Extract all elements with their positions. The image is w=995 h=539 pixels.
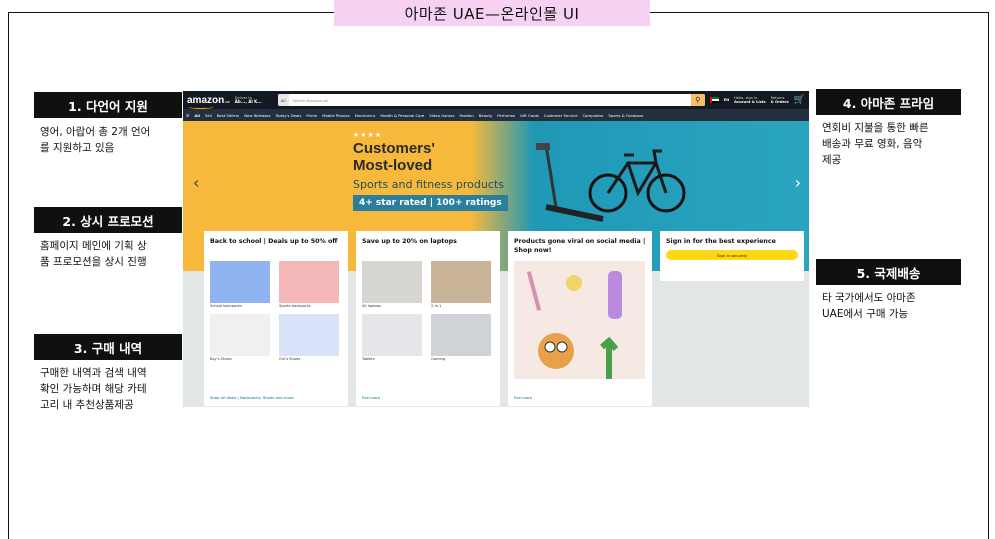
account-menu[interactable]: Hello, sign in Account & Lists xyxy=(734,96,766,104)
returns-orders[interactable]: Returns & Orders xyxy=(771,96,789,104)
smile-icon xyxy=(188,105,214,109)
nav-item[interactable]: Electronics xyxy=(355,113,376,118)
nav-item[interactable]: Fashion xyxy=(459,113,473,118)
tile-label: School backpacks xyxy=(210,304,243,308)
slide-title: 아마존 UAE—온라인몰 UI xyxy=(334,0,650,26)
desc-intl: 타 국가에서도 아마존 UAE에서 구매 가능 xyxy=(822,292,916,320)
tile-label: Boy's Shoes xyxy=(210,357,232,361)
nav-item[interactable]: All xyxy=(194,113,200,118)
tile-image[interactable] xyxy=(431,261,491,303)
search-icon[interactable]: ⚲ xyxy=(690,94,705,106)
tile-image[interactable] xyxy=(210,261,270,303)
tile-image[interactable] xyxy=(210,314,270,356)
cart-icon[interactable]: 🛒 xyxy=(794,95,805,105)
card-footer-link[interactable]: See more xyxy=(362,395,380,400)
tile-image[interactable] xyxy=(279,314,339,356)
label-history: 3. 구매 내역 xyxy=(34,334,182,360)
nav-item[interactable]: New Releases xyxy=(244,113,270,118)
menu-icon[interactable]: ☰ xyxy=(186,113,189,118)
nav-item[interactable]: Perfumes xyxy=(497,113,515,118)
deliver-to[interactable]: Deliver to Ab..., Al K... xyxy=(235,96,273,104)
tile-label: 2-in-1 xyxy=(431,304,442,308)
tile-label: Gaming xyxy=(431,357,446,361)
desc-multilang: 영어, 아랍어 총 2개 언어 를 지원하고 있음 xyxy=(40,126,151,154)
amazon-screenshot: amazon.ae Deliver to Ab..., Al K... All S… xyxy=(183,91,809,407)
search-input[interactable]: Search Amazon.ae xyxy=(289,98,691,103)
nav-item[interactable]: Today's Deals xyxy=(275,113,301,118)
label-promo: 2. 상시 프로모션 xyxy=(34,207,182,233)
nav-item[interactable]: Video Games xyxy=(429,113,454,118)
nav-item[interactable]: Health & Personal Care xyxy=(380,113,424,118)
hero-tag: 4+ star rated | 100+ ratings xyxy=(353,195,508,211)
nav-item[interactable]: Customer Service xyxy=(544,113,578,118)
card-title: Back to school | Deals up to 50% off xyxy=(210,238,338,245)
tile-label: Girl's Shoes xyxy=(279,357,301,361)
card-sign-in: Sign in for the best experience Sign in … xyxy=(660,231,804,281)
nav-item[interactable]: Computers xyxy=(583,113,604,118)
tile-image[interactable] xyxy=(362,314,422,356)
search-bar[interactable]: All Search Amazon.ae ⚲ xyxy=(277,94,705,106)
hero-stars: ★★★★ xyxy=(353,131,383,139)
card-row: Back to school | Deals up to 50% off Sch… xyxy=(204,231,804,406)
card-laptops[interactable]: Save up to 20% on laptops All laptops 2-… xyxy=(356,231,500,406)
amazon-top-nav: amazon.ae Deliver to Ab..., Al K... All S… xyxy=(183,91,809,109)
tile-label: Tablets xyxy=(362,357,375,361)
nav-item[interactable]: Prime xyxy=(306,113,317,118)
card-footer-link[interactable]: Shop all deals | Backpacks, Shoes and mo… xyxy=(210,395,294,400)
viral-products-image xyxy=(514,261,645,379)
tile-image[interactable] xyxy=(279,261,339,303)
tile-label: All laptops xyxy=(362,304,381,308)
language-select[interactable]: EN xyxy=(724,98,729,102)
amazon-logo[interactable]: amazon.ae xyxy=(187,95,230,109)
card-title: Save up to 20% on laptops xyxy=(362,238,457,245)
uae-flag-icon[interactable] xyxy=(709,97,719,103)
label-prime: 4. 아마존 프라임 xyxy=(816,89,961,115)
chevron-right-icon[interactable]: › xyxy=(795,173,801,192)
card-footer-link[interactable]: See more xyxy=(514,395,532,400)
card-title: Sign in for the best experience xyxy=(666,238,776,245)
category-nav: ☰ All Sell Best Sellers New Releases Tod… xyxy=(183,109,809,121)
tile-image[interactable] xyxy=(431,314,491,356)
label-intl: 5. 국제배송 xyxy=(816,259,961,285)
chevron-left-icon[interactable]: ‹ xyxy=(193,173,199,192)
desc-history: 구매한 내역과 검색 내역 확인 가능하며 해당 카테 고리 내 추천상품제공 xyxy=(40,367,147,411)
desc-prime: 연회비 지불을 통한 빠른 배송과 무료 영화, 음악 제공 xyxy=(822,122,929,166)
card-title: Products gone viral on social media | Sh… xyxy=(514,238,646,254)
nav-item[interactable]: Sports & Outdoors xyxy=(608,113,643,118)
bicycle-image xyxy=(588,149,686,213)
hero-headline: Customers' Most-loved xyxy=(353,140,435,174)
label-multilang: 1. 다언어 지원 xyxy=(34,92,182,118)
nav-item[interactable]: Best Sellers xyxy=(217,113,239,118)
nav-item[interactable]: Gift Cards xyxy=(520,113,539,118)
search-category-select[interactable]: All xyxy=(277,94,289,106)
hero-subtitle: Sports and fitness products xyxy=(353,178,504,191)
tile-image[interactable] xyxy=(362,261,422,303)
card-back-to-school[interactable]: Back to school | Deals up to 50% off Sch… xyxy=(204,231,348,406)
tile-label: Sports backpacks xyxy=(279,304,311,308)
nav-item[interactable]: Beauty xyxy=(479,113,492,118)
card-viral-products[interactable]: Products gone viral on social media | Sh… xyxy=(508,231,652,406)
desc-promo: 홈페이지 메인에 기획 상품 프로모션을 상시 진행 xyxy=(40,240,147,268)
sign-in-button[interactable]: Sign in securely xyxy=(666,250,798,260)
nav-item[interactable]: Sell xyxy=(205,113,212,118)
nav-item[interactable]: Mobile Phones xyxy=(322,113,349,118)
